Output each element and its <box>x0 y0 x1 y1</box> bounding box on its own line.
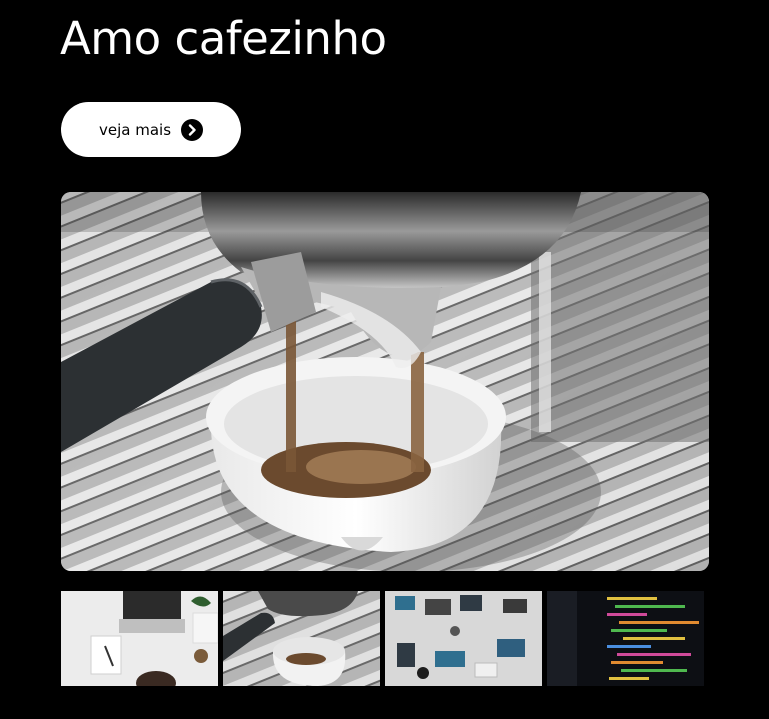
page: Amo cafezinho veja mais <box>0 0 769 719</box>
espresso-thumbnail <box>223 591 380 686</box>
page-title: Amo cafezinho <box>60 12 387 65</box>
see-more-button[interactable]: veja mais <box>61 102 241 157</box>
main-image <box>61 192 709 571</box>
team-desks-thumbnail <box>385 591 542 686</box>
thumbnail-3[interactable] <box>385 591 542 686</box>
chevron-right-circle-icon <box>181 118 204 141</box>
thumbnail-strip <box>61 591 704 686</box>
espresso-photo <box>61 192 709 571</box>
thumbnail-4[interactable] <box>547 591 704 686</box>
thumbnail-1[interactable] <box>61 591 218 686</box>
code-screen-thumbnail <box>547 591 704 686</box>
thumbnail-2[interactable] <box>223 591 380 686</box>
laptop-desk-thumbnail <box>61 591 218 686</box>
see-more-label: veja mais <box>98 120 172 139</box>
